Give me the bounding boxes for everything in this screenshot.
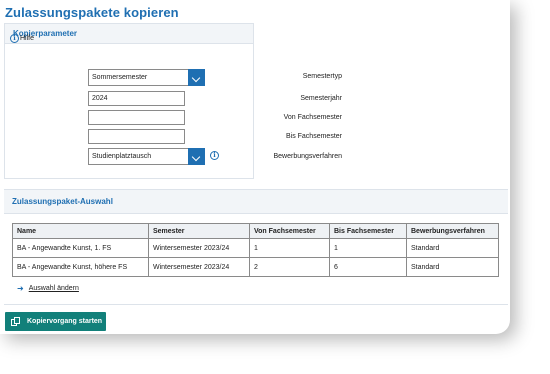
semestertyp-label: Semestertyp (302, 73, 342, 80)
arrow-right-icon: ➜ (17, 284, 24, 293)
cell-von-fachsemester: 2 (249, 257, 330, 277)
column-header-bis-fachsemester[interactable]: Bis Fachsemester (329, 223, 407, 239)
info-icon: i (10, 34, 19, 43)
table-row[interactable]: BA - Angewandte Kunst, 1. FS Wintersemes… (12, 238, 499, 258)
column-header-name[interactable]: Name (12, 223, 149, 239)
table-row[interactable]: BA - Angewandte Kunst, höhere FS Winters… (12, 257, 499, 277)
bewerbungsverfahren-label: Bewerbungsverfahren (273, 153, 343, 160)
cell-bis-fachsemester: 1 (329, 238, 407, 258)
cell-name: BA - Angewandte Kunst, 1. FS (12, 238, 149, 258)
auswahl-aendern-link[interactable]: ➜ Auswahl ändern (17, 284, 79, 293)
page-title: Zulassungspakete kopieren (5, 5, 179, 20)
info-icon[interactable]: i (210, 151, 219, 160)
chevron-down-icon[interactable] (188, 69, 205, 86)
app-window: Zulassungspakete kopieren Kopierparamete… (0, 0, 510, 334)
chevron-down-icon[interactable] (188, 148, 205, 165)
auswahl-aendern-label: Auswahl ändern (28, 285, 79, 292)
copy-icon (11, 316, 21, 327)
semesterjahr-input[interactable]: 2024 (88, 91, 185, 106)
cell-bewerbungsverfahren: Standard (406, 238, 499, 258)
bis-fachsemester-input[interactable] (88, 129, 185, 144)
cell-name: BA - Angewandte Kunst, höhere FS (12, 257, 149, 277)
cell-von-fachsemester: 1 (249, 238, 330, 258)
column-header-semester[interactable]: Semester (148, 223, 250, 239)
von-fachsemester-label: Von Fachsemester (283, 114, 342, 121)
cell-bewerbungsverfahren: Standard (406, 257, 499, 277)
bis-fachsemester-label: Bis Fachsemester (285, 133, 342, 140)
bewerbungsverfahren-value: Studienplatztausch (92, 153, 152, 160)
cell-semester: Wintersemester 2023/24 (148, 238, 250, 258)
auswahl-heading: Zulassungspaket-Auswahl (4, 190, 508, 214)
cell-bis-fachsemester: 6 (329, 257, 407, 277)
column-header-bewerbungsverfahren[interactable]: Bewerbungsverfahren (406, 223, 499, 239)
cell-semester: Wintersemester 2023/24 (148, 257, 250, 277)
zulassungspakete-table: Name Semester Von Fachsemester Bis Fachs… (12, 223, 499, 277)
semesterjahr-label: Semesterjahr (300, 95, 342, 102)
von-fachsemester-input[interactable] (88, 110, 185, 125)
semestertyp-value: Sommersemester (92, 74, 148, 81)
bewerbungsverfahren-select[interactable]: Studienplatztausch (88, 148, 205, 165)
semestertyp-select[interactable]: Sommersemester (88, 69, 205, 86)
column-header-von-fachsemester[interactable]: Von Fachsemester (249, 223, 330, 239)
kopiervorgang-starten-button[interactable]: Kopiervorgang starten (5, 312, 106, 331)
table-header-row: Name Semester Von Fachsemester Bis Fachs… (12, 223, 499, 239)
help-label: Hilfe (20, 35, 35, 42)
kopiervorgang-starten-label: Kopiervorgang starten (27, 318, 103, 325)
help-link[interactable]: i Hilfe (10, 34, 34, 43)
kopierparameter-heading: Kopierparameter (5, 24, 253, 44)
